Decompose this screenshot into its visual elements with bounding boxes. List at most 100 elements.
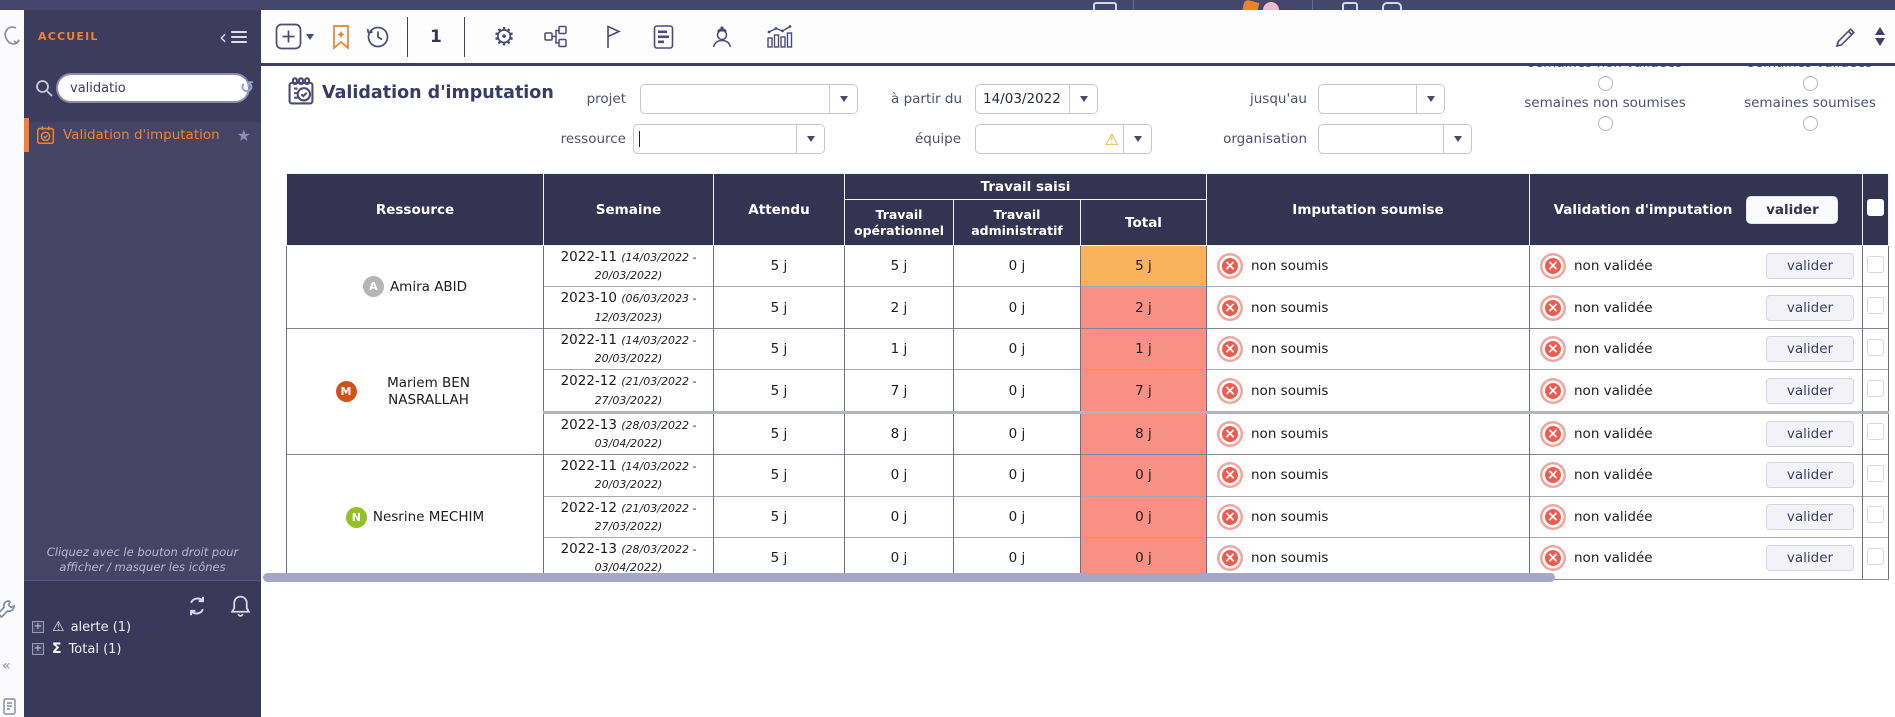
valider-button[interactable]: valider [1766,421,1854,447]
row-checkbox[interactable] [1867,339,1884,356]
wrench-icon[interactable] [0,598,18,622]
dropdown-caret-icon[interactable] [1416,85,1444,113]
sidebar-hint: Cliquez avec le bouton droit pour affich… [36,545,249,575]
attendu-cell: 5 j [714,455,845,496]
row-checkbox[interactable] [1867,548,1884,565]
notifications-bell-icon[interactable] [228,593,253,618]
valider-button[interactable]: valider [1766,253,1854,279]
valider-button[interactable]: valider [1766,462,1854,488]
valider-button[interactable]: valider [1766,336,1854,362]
row-checkbox[interactable] [1867,297,1884,314]
avatar: M [336,381,357,402]
dropdown-caret-icon[interactable] [829,85,857,113]
favorite-star-icon[interactable] [237,126,261,145]
history-icon[interactable] [364,23,391,50]
validation-table: Ressource Semaine Attendu Travail saisi … [286,173,1889,580]
settings-gear-icon[interactable] [493,24,515,49]
valider-button[interactable]: valider [1766,545,1854,571]
collapse-chevrons-icon[interactable]: « [2,658,11,674]
administratif-cell: 0 j [954,328,1081,369]
topbar-window-icon [1093,2,1117,10]
imputation-soumise-cell: non soumis [1207,287,1530,328]
search-icon [34,78,56,100]
refresh-icon[interactable] [184,593,210,619]
grab-hand-icon[interactable] [0,24,22,50]
dropdown-caret-icon[interactable] [796,125,824,153]
imputation-soumise-cell: non soumis [1207,412,1530,454]
not-submitted-icon [1222,341,1238,357]
radio-non-validees[interactable] [1598,76,1613,91]
arrow-down-icon[interactable] [1875,38,1885,46]
jusquau-datepicker[interactable] [1318,84,1445,114]
horizontal-scrollbar[interactable] [263,573,1555,582]
reset-search-icon[interactable] [240,78,254,98]
imputation-soumise-cell: non soumis [1207,455,1530,496]
row-checkbox[interactable] [1867,380,1884,397]
row-checkbox-cell [1863,246,1889,287]
row-checkbox[interactable] [1867,465,1884,482]
ressource-combobox[interactable] [633,124,825,154]
not-validated-icon [1545,426,1561,442]
row-checkbox-cell [1863,496,1889,537]
sidebar-bottom-section: alerte (1) Total (1) [24,580,261,717]
table-row: A Amira ABID 2022-11 (14/03/2022 - 20/03… [287,246,1889,287]
organisation-combobox[interactable] [1318,124,1472,154]
scroll-up-down-arrows[interactable] [1875,27,1885,46]
radio-validees[interactable] [1803,76,1818,91]
collapse-sidebar-icon[interactable] [219,24,253,50]
row-checkbox-cell [1863,328,1889,369]
column-header-imputation-soumise: Imputation soumise [1207,174,1530,246]
table-row: M Mariem BEN NASRALLAH 2022-11 (14/03/20… [287,328,1889,369]
document-icon[interactable] [2,698,18,716]
operationnel-cell: 0 j [845,496,954,537]
total-cell: 0 j [1081,496,1207,537]
administratif-cell: 0 j [954,370,1081,412]
select-all-checkbox[interactable] [1867,199,1884,216]
expand-plus-icon[interactable] [32,643,44,655]
dropdown-caret-icon[interactable] [1069,85,1097,113]
validation-cell: non validéevalider [1530,455,1863,496]
not-validated-icon [1545,509,1561,525]
expand-plus-icon[interactable] [32,621,44,633]
calendar-check-icon [35,124,57,146]
valider-all-button[interactable]: valider [1746,196,1838,224]
week-cell: 2022-11 (14/03/2022 - 20/03/2022) [544,328,714,369]
not-validated-icon [1545,341,1561,357]
sidebar-item-validation-imputation[interactable]: Validation d'imputation [24,118,261,152]
sidebar-search-box [56,73,250,103]
avatar: A [363,276,384,297]
total-label: Total (1) [69,642,122,657]
stats-chart-icon[interactable] [765,23,793,50]
add-dropdown-caret[interactable] [306,34,314,40]
imputation-soumise-cell: non soumis [1207,496,1530,537]
dropdown-caret-icon[interactable] [1443,125,1471,153]
organisation-label: organisation [1210,131,1307,147]
radio-non-soumises[interactable] [1598,116,1613,131]
bookmark-icon[interactable] [330,24,352,50]
equipe-combobox[interactable] [975,124,1152,154]
topbar-logo-icon [1242,0,1260,10]
attendu-cell: 5 j [714,496,845,537]
planning-icon[interactable] [652,24,675,50]
row-checkbox[interactable] [1867,423,1884,440]
validation-cell: non validéevalider [1530,246,1863,287]
edit-pencil-icon[interactable] [1833,24,1859,50]
valider-button[interactable]: valider [1766,504,1854,530]
sidebar-item-total[interactable]: Total (1) [32,641,122,657]
sidebar-item-alerte[interactable]: alerte (1) [32,619,131,635]
valider-button[interactable]: valider [1766,295,1854,321]
radio-soumises[interactable] [1803,116,1818,131]
hierarchy-icon[interactable] [543,24,568,49]
arrow-up-icon[interactable] [1875,27,1885,35]
valider-button[interactable]: valider [1766,378,1854,404]
add-button[interactable] [275,23,314,50]
row-checkbox[interactable] [1867,506,1884,523]
search-input[interactable] [70,81,240,96]
validation-cell: non validéevalider [1530,496,1863,537]
row-checkbox[interactable] [1867,256,1884,273]
flag-icon[interactable] [604,24,622,50]
dropdown-caret-icon[interactable] [1123,125,1151,153]
a-partir-du-datepicker[interactable]: 14/03/2022 [975,84,1098,114]
worker-icon[interactable] [709,24,735,50]
projet-combobox[interactable] [640,84,858,114]
